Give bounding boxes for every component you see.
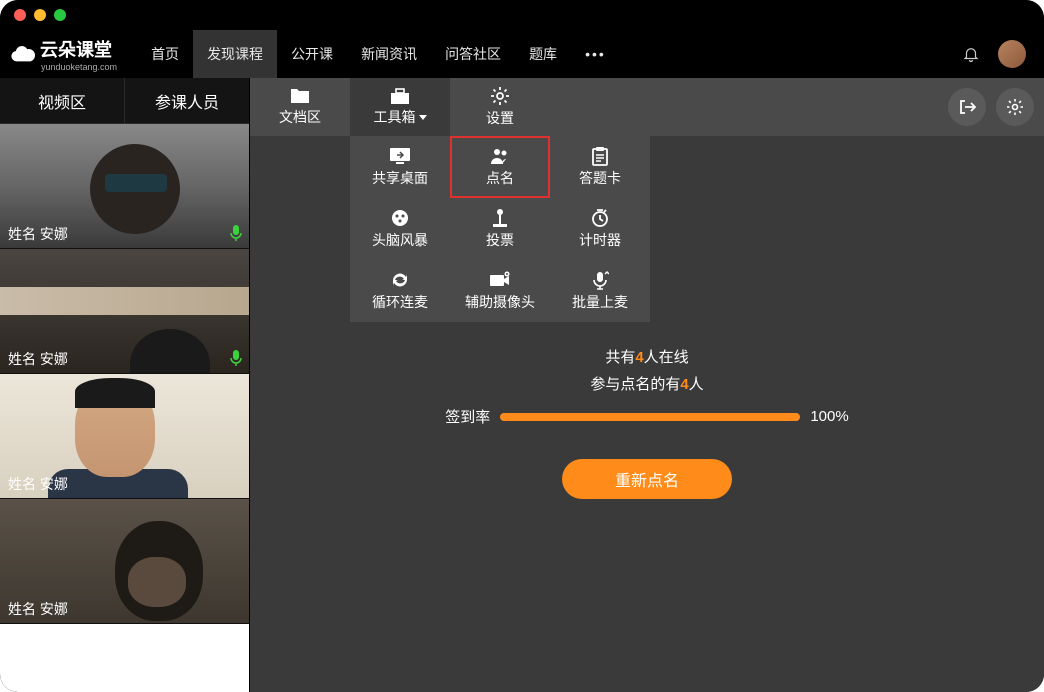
progress-bar [500,413,800,421]
brainstorm-icon [389,208,411,228]
nav-question-bank[interactable]: 题库 [515,30,571,78]
rate-value: 100% [810,408,848,425]
toolbox-button[interactable]: 工具箱 [350,78,450,136]
nav-right [962,40,1026,68]
people-icon [489,146,511,166]
logo-text: 云朵课堂 [40,36,117,62]
video-tile[interactable]: 姓名 安娜 [0,124,249,249]
participant-name: 姓名 安娜 [0,345,76,373]
item-label: 辅助摄像头 [465,292,535,312]
item-label: 投票 [486,230,514,250]
settings-button[interactable]: 设置 [450,78,550,136]
video-tile[interactable]: 姓名 安娜 [0,374,249,499]
chevron-down-icon [419,115,427,120]
toolbox-label: 工具箱 [374,107,416,127]
content-area: 共享桌面 点名 答题卡 头脑风暴 [250,136,1044,692]
mic-up-icon [589,270,611,290]
vote-icon [489,208,511,228]
toolbox-dropdown: 共享桌面 点名 答题卡 头脑风暴 [350,136,650,322]
app-window: 云朵课堂 yunduoketang.com 首页 发现课程 公开课 新闻资讯 问… [0,0,1044,692]
item-label: 答题卡 [579,168,621,188]
cloud-icon [10,41,36,67]
batch-mic-item[interactable]: 批量上麦 [550,260,650,322]
top-nav: 云朵课堂 yunduoketang.com 首页 发现课程 公开课 新闻资讯 问… [0,30,1044,78]
answer-card-item[interactable]: 答题卡 [550,136,650,198]
titlebar [0,0,1044,30]
participant-name: 姓名 安娜 [0,470,76,498]
card-icon [589,146,611,166]
logo-subtext: yunduoketang.com [41,62,117,72]
main-area: 文档区 工具箱 设置 [250,78,1044,692]
nav-qa[interactable]: 问答社区 [431,30,515,78]
nav-news[interactable]: 新闻资讯 [347,30,431,78]
video-tile[interactable]: 姓名 安娜 [0,249,249,374]
gear-icon [490,86,510,106]
item-label: 共享桌面 [372,168,428,188]
bell-icon[interactable] [962,45,980,63]
participant-name: 姓名 安娜 [0,595,76,623]
video-tile[interactable]: 姓名 安娜 [0,499,249,624]
timer-icon [589,208,611,228]
aux-camera-item[interactable]: 辅助摄像头 [450,260,550,322]
video-list: 姓名 安娜 姓名 安娜 姓名 安娜 姓名 安娜 [0,124,249,692]
mic-icon [229,224,243,242]
nav-more[interactable]: ••• [571,30,620,78]
participate-count-line: 参与点名的有4人 [397,373,897,394]
mic-icon [229,349,243,367]
body: 视频区 参课人员 姓名 安娜 姓名 安娜 姓名 安娜 [0,78,1044,692]
item-label: 批量上麦 [572,292,628,312]
nav-discover[interactable]: 发现课程 [193,30,277,78]
timer-item[interactable]: 计时器 [550,198,650,260]
briefcase-icon [389,87,411,105]
online-count-line: 共有4人在线 [397,346,897,367]
sidebar: 视频区 参课人员 姓名 安娜 姓名 安娜 姓名 安娜 [0,78,250,692]
settings-label: 设置 [486,108,514,128]
exit-icon [958,98,976,116]
item-label: 循环连麦 [372,292,428,312]
rollcall-item[interactable]: 点名 [450,136,550,198]
settings-round-button[interactable] [996,88,1034,126]
camera-icon [489,270,511,290]
tab-video[interactable]: 视频区 [0,78,124,123]
vote-item[interactable]: 投票 [450,198,550,260]
loop-mic-item[interactable]: 循环连麦 [350,260,450,322]
close-dot[interactable] [14,9,26,21]
participant-name: 姓名 安娜 [0,220,76,248]
user-avatar[interactable] [998,40,1026,68]
sidebar-tabs: 视频区 参课人员 [0,78,249,124]
folder-icon [289,87,311,105]
nav-home[interactable]: 首页 [137,30,193,78]
minimize-dot[interactable] [34,9,46,21]
maximize-dot[interactable] [54,9,66,21]
share-screen-icon [389,146,411,166]
video-tile[interactable] [0,624,249,692]
share-screen-item[interactable]: 共享桌面 [350,136,450,198]
nav-items: 首页 发现课程 公开课 新闻资讯 问答社区 题库 ••• [137,30,620,78]
nav-public[interactable]: 公开课 [277,30,347,78]
restart-rollcall-button[interactable]: 重新点名 [562,459,732,499]
doc-area-button[interactable]: 文档区 [250,78,350,136]
gear-icon [1006,98,1024,116]
progress-row: 签到率 100% [397,406,897,427]
rollcall-stats: 共有4人在线 参与点名的有4人 签到率 100% 重新点名 [397,346,897,499]
toolbar: 文档区 工具箱 设置 [250,78,1044,136]
doc-area-label: 文档区 [279,107,321,127]
item-label: 计时器 [579,230,621,250]
tab-participants[interactable]: 参课人员 [124,78,249,123]
logo[interactable]: 云朵课堂 yunduoketang.com [10,36,117,72]
item-label: 头脑风暴 [372,230,428,250]
loop-icon [389,270,411,290]
exit-button[interactable] [948,88,986,126]
brainstorm-item[interactable]: 头脑风暴 [350,198,450,260]
item-label: 点名 [486,168,514,188]
rate-label: 签到率 [445,406,490,427]
